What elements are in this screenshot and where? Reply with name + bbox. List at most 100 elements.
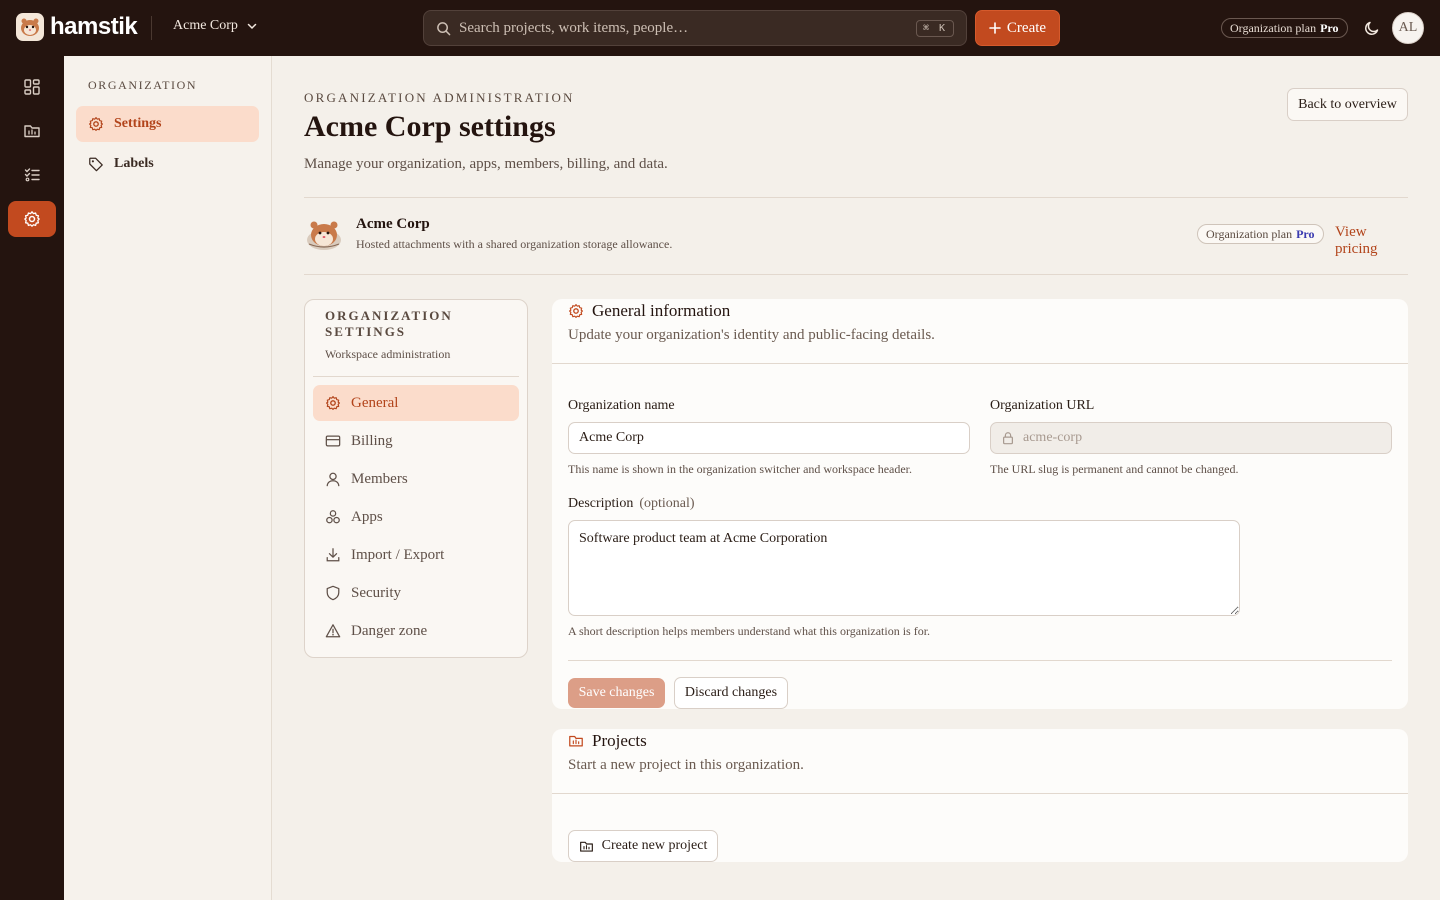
general-panel-header: General information: [568, 301, 730, 321]
main-content: ORGANIZATION ADMINISTRATION Acme Corp se…: [272, 56, 1440, 900]
sidebar-heading: ORGANIZATION: [88, 78, 198, 92]
plan-badge-value: Pro: [1320, 20, 1339, 35]
moon-icon: [1365, 21, 1379, 35]
sidebar-item-label: Settings: [114, 116, 162, 131]
hamster-logo-icon: [16, 13, 44, 41]
app-rail: [0, 56, 64, 900]
brand-logo[interactable]: hamstik: [16, 13, 138, 41]
settings-nav-label: Security: [351, 584, 401, 601]
theme-toggle[interactable]: [1363, 19, 1381, 37]
settings-nav-billing[interactable]: Billing: [313, 423, 519, 459]
projects-icon: [579, 841, 593, 852]
create-new-project-label: Create new project: [601, 838, 708, 853]
page-subtitle: Manage your organization, apps, members,…: [304, 156, 668, 172]
org-hamster-avatar-icon: [304, 216, 344, 252]
plus-icon: [989, 22, 1001, 34]
settings-nav-label: Import / Export: [351, 546, 445, 563]
work-items-icon: [24, 168, 40, 182]
apps-icon: [326, 510, 340, 524]
description-label-text: Description: [568, 496, 634, 511]
search-shortcut: ⌘ K: [915, 19, 954, 37]
projects-panel: Projects Start a new project in this org…: [552, 729, 1408, 862]
general-panel-divider: [552, 363, 1408, 364]
org-plan-badge: Organization plan Pro: [1197, 224, 1324, 244]
settings-nav-security[interactable]: Security: [313, 575, 519, 611]
org-name: Acme Corp: [356, 216, 430, 232]
gear-icon: [569, 304, 583, 318]
org-switcher-label: Acme Corp: [173, 18, 238, 33]
org-url-field: acme-corp: [990, 422, 1392, 454]
sidebar-item-label: Labels: [114, 156, 154, 171]
brand-name: hamstik: [50, 13, 138, 40]
rail-settings[interactable]: [8, 201, 56, 237]
search-input[interactable]: Search projects, work items, people…: [459, 20, 916, 37]
projects-icon: [24, 125, 40, 138]
org-url-value: acme-corp: [1023, 430, 1083, 445]
projects-panel-header: Projects: [568, 731, 647, 751]
search-bar[interactable]: Search projects, work items, people… ⌘ K: [423, 10, 967, 46]
org-name-input[interactable]: [568, 422, 970, 454]
sidebar-item-labels[interactable]: Labels: [76, 146, 259, 182]
gear-icon: [326, 396, 340, 410]
header-divider: [304, 197, 1408, 198]
view-pricing-link[interactable]: View pricing: [1335, 224, 1408, 258]
back-to-overview-button[interactable]: Back to overview: [1287, 88, 1408, 121]
search-icon: [437, 21, 451, 35]
description-label: Description (optional): [568, 496, 695, 512]
save-changes-button[interactable]: Save changes: [568, 678, 665, 708]
settings-nav-members[interactable]: Members: [313, 461, 519, 497]
shield-icon: [326, 585, 340, 601]
settings-nav-label: Billing: [351, 432, 393, 449]
org-summary: Acme Corp Hosted attachments with a shar…: [304, 214, 1408, 258]
rail-dashboard[interactable]: [8, 69, 56, 105]
warning-icon: [325, 624, 341, 638]
description-optional: (optional): [639, 496, 695, 511]
plan-badge: Organization plan Pro: [1221, 18, 1348, 38]
create-button-label: Create: [1006, 19, 1047, 36]
settings-nav-import-export[interactable]: Import / Export: [313, 537, 519, 573]
projects-icon: [569, 735, 583, 747]
user-avatar[interactable]: AL: [1392, 12, 1424, 44]
rail-projects[interactable]: [8, 113, 56, 149]
general-information-panel: General information Update your organiza…: [552, 299, 1408, 709]
create-button[interactable]: Create: [975, 10, 1060, 46]
general-panel-title: General information: [592, 301, 731, 320]
projects-panel-title: Projects: [592, 731, 647, 750]
org-switcher[interactable]: Acme Corp: [173, 18, 258, 34]
discard-changes-button[interactable]: Discard changes: [674, 677, 788, 709]
settings-nav-title: ORGANIZATION SETTINGS: [325, 308, 453, 339]
org-url-hint: The URL slug is permanent and cannot be …: [990, 462, 1239, 476]
org-url-label: Organization URL: [990, 398, 1095, 413]
top-bar: hamstik Acme Corp Search projects, work …: [0, 0, 1440, 56]
description-hint: A short description helps members unders…: [568, 624, 931, 638]
settings-nav-label: Danger zone: [351, 622, 428, 639]
org-plan-label: Organization plan: [1206, 226, 1293, 241]
chevron-down-icon: [247, 23, 257, 30]
plan-badge-label: Organization plan: [1230, 20, 1317, 35]
organization-sidebar: ORGANIZATION Settings Labels: [64, 56, 272, 900]
settings-nav-apps[interactable]: Apps: [313, 499, 519, 535]
rail-work-items[interactable]: [8, 157, 56, 193]
summary-divider: [304, 274, 1408, 275]
download-icon: [326, 548, 340, 562]
credit-card-icon: [325, 435, 341, 447]
gear-icon: [89, 117, 103, 131]
dashboard-icon: [24, 79, 40, 95]
settings-nav: ORGANIZATION SETTINGS Workspace administ…: [304, 299, 528, 658]
page-title: Acme Corp settings: [304, 110, 556, 143]
create-new-project-button[interactable]: Create new project: [568, 830, 718, 862]
settings-nav-general[interactable]: General: [313, 385, 519, 421]
org-plan-value: Pro: [1296, 226, 1315, 241]
top-divider: [151, 16, 152, 40]
general-panel-subtitle: Update your organization's identity and …: [568, 327, 935, 343]
settings-nav-danger-zone[interactable]: Danger zone: [313, 613, 519, 649]
settings-nav-divider: [313, 376, 519, 377]
settings-nav-label: Apps: [351, 508, 383, 525]
sidebar-item-settings[interactable]: Settings: [76, 106, 259, 142]
settings-nav-label: Members: [351, 470, 408, 487]
projects-panel-subtitle: Start a new project in this organization…: [568, 757, 804, 773]
tag-icon: [89, 157, 103, 172]
description-textarea[interactable]: Software product team at Acme Corporatio…: [568, 520, 1240, 616]
org-name-hint: This name is shown in the organization s…: [568, 462, 913, 476]
lock-icon: [1003, 432, 1013, 445]
